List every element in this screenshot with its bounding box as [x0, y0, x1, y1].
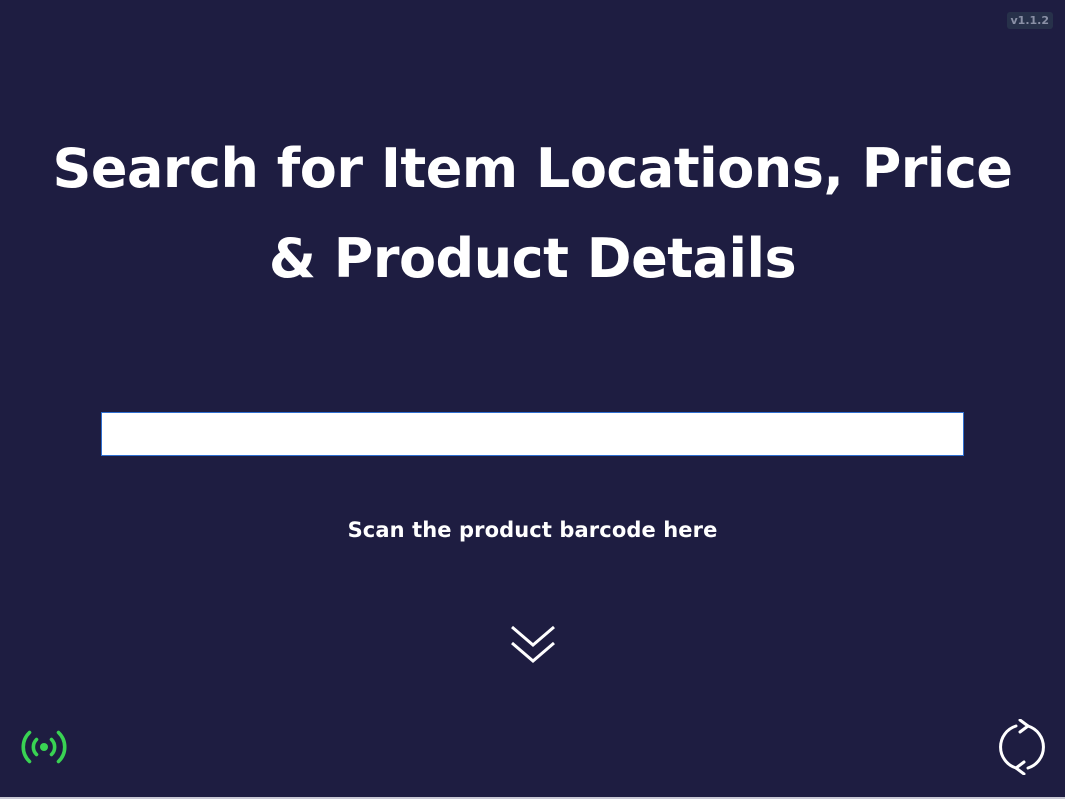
- version-badge: v1.1.2: [1006, 12, 1053, 29]
- scan-hint-text: Scan the product barcode here: [347, 518, 718, 542]
- barcode-search-input[interactable]: [101, 412, 964, 456]
- page-title-line-1: Search for Item Locations, Price: [52, 137, 1013, 200]
- page-title: Search for Item Locations, Price & Produ…: [40, 124, 1025, 304]
- double-chevron-down-icon: [511, 625, 555, 663]
- page-title-line-2: & Product Details: [268, 227, 797, 290]
- refresh-icon[interactable]: [995, 719, 1049, 775]
- signal-broadcast-icon: [21, 730, 67, 764]
